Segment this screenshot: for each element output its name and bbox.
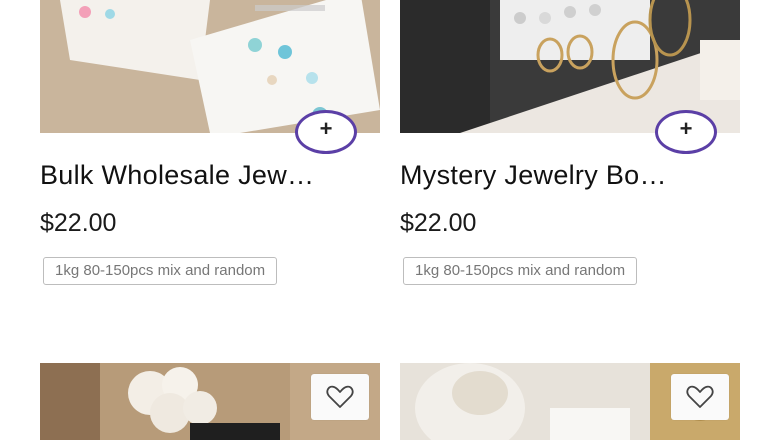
add-to-cart-button[interactable]: + [655,110,717,154]
heart-icon [326,385,354,408]
product-price: $22.00 [400,209,477,237]
heart-icon [686,385,714,408]
add-to-cart-button[interactable]: + [295,110,357,154]
product-price: $22.00 [40,209,117,237]
variant-tag[interactable]: 1kg 80-150pcs mix and random [403,257,638,285]
plus-icon: + [679,116,693,141]
favorite-button[interactable] [311,374,369,420]
favorite-button[interactable] [671,374,729,420]
plus-icon: + [319,116,333,141]
product-title[interactable]: Bulk Wholesale Jew… [40,160,380,191]
product-title[interactable]: Mystery Jewelry Bo… [400,160,740,191]
variant-tag[interactable]: 1kg 80-150pcs mix and random [43,257,278,285]
